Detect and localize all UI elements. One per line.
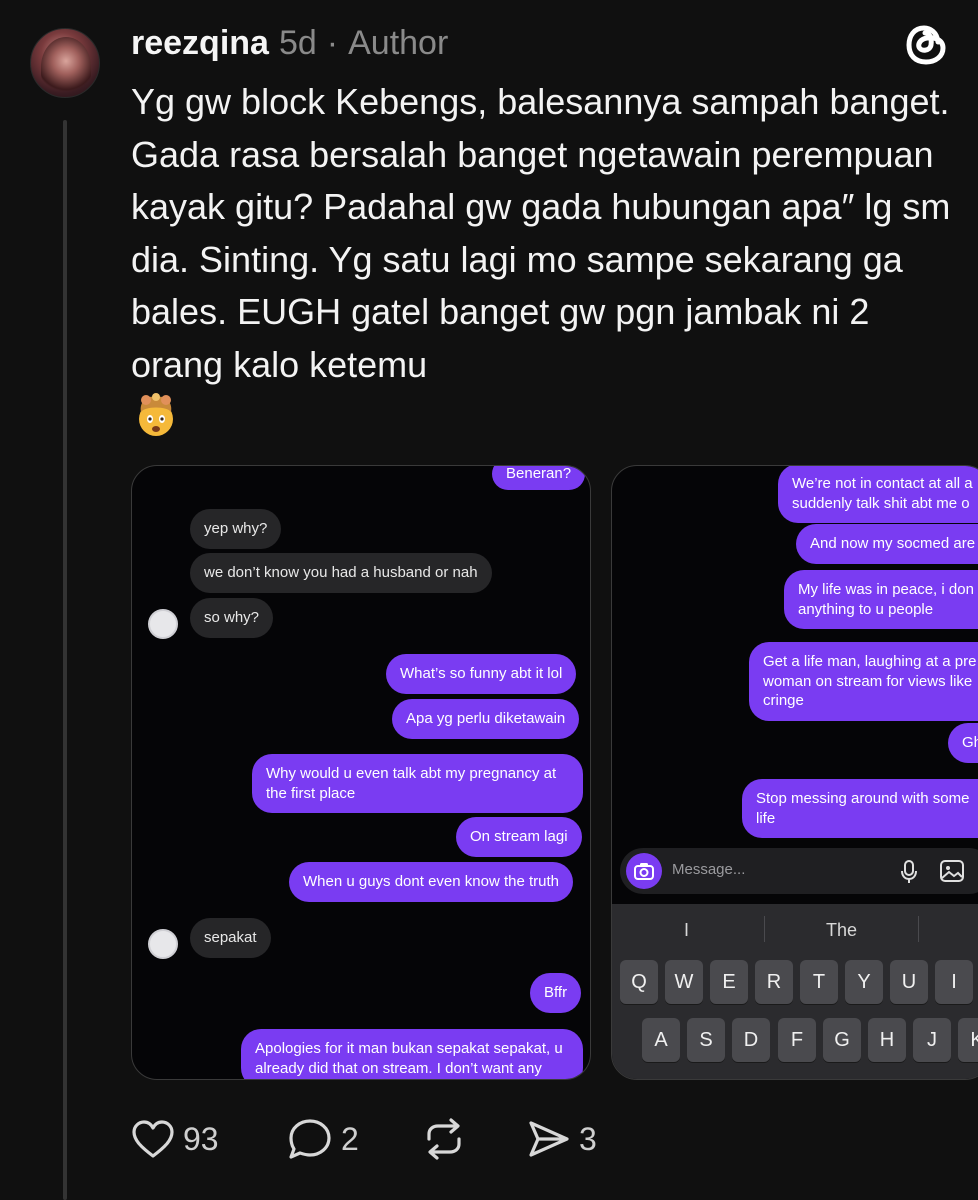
key[interactable]: I [935,960,973,1004]
exploding-head-emoji-icon [139,393,173,436]
heart-icon [132,1120,174,1158]
repost-icon [427,1118,461,1160]
message-bubble: When u guys dont even know the truth [289,862,573,902]
key[interactable]: Y [845,960,883,1004]
threads-logo-icon[interactable] [900,18,954,72]
message-bubble: My life was in peace, i don anything to … [784,570,978,629]
like-count: 93 [183,1120,219,1157]
message-bubble: Apologies for it man bukan sepakat sepak… [241,1029,583,1079]
suggestion[interactable]: I [684,920,689,941]
key[interactable]: Q [620,960,658,1004]
author-badge: Author [348,24,449,62]
message-bubble: Why would u even talk abt my pregnancy a… [252,754,583,813]
repost-button[interactable] [421,1112,475,1166]
chat-screenshot-2[interactable]: We’re not in contact at all a suddenly t… [611,465,978,1080]
message-bubble: Bffr [530,973,582,1013]
post-body: Yg gw block Kebengs, balesannya sampah b… [131,81,951,385]
contact-avatar [148,929,178,959]
share-count: 3 [579,1120,597,1157]
camera-icon[interactable] [626,853,662,889]
message-input[interactable]: Message... [672,861,745,878]
key[interactable]: H [868,1018,906,1062]
message-bubble: we don’t know you had a husband or nah [190,553,492,593]
message-bubble: Get a life man, laughing at a pre woman … [749,642,978,721]
post-header: reezqina 5d · Author [131,24,448,63]
key[interactable]: T [800,960,838,1004]
keyboard[interactable]: I The Q W E R T Y U I O A S D F G H J K [612,904,978,1079]
key[interactable]: U [890,960,928,1004]
message-composer[interactable]: Message... [620,848,978,894]
key[interactable]: G [823,1018,861,1062]
message-bubble: sepakat [190,918,271,958]
send-icon [529,1121,569,1157]
post-actions: 93 2 3 [131,1112,731,1166]
meta-separator: · [326,24,339,62]
gallery-icon[interactable] [940,860,964,882]
key[interactable]: K [958,1018,978,1062]
key[interactable]: S [687,1018,725,1062]
message-bubble: What’s so funny abt it lol [386,654,577,694]
message-bubble: Apa yg perlu diketawain [392,699,580,739]
username[interactable]: reezqina [131,24,269,63]
key[interactable]: A [642,1018,680,1062]
share-button[interactable]: 3 [527,1112,597,1166]
message-bubble: On stream lagi [456,817,582,857]
chat-screenshot-1[interactable]: Beneran? yep why? we don’t know you had … [131,465,591,1080]
suggestion[interactable]: The [826,920,857,941]
thread-line [63,120,67,1200]
key[interactable]: W [665,960,703,1004]
key[interactable]: D [732,1018,770,1062]
like-button[interactable]: 93 [131,1112,219,1166]
message-bubble: so why? [190,598,274,638]
author-avatar[interactable] [30,28,100,98]
message-bubble: Stop messing around with some life [742,779,978,838]
comment-icon [289,1119,331,1159]
message-bubble: yep why? [190,509,282,549]
key[interactable]: E [710,960,748,1004]
post-time: 5d [278,24,317,62]
message-bubble: We’re not in contact at all a suddenly t… [778,466,978,523]
reply-count: 2 [341,1120,359,1157]
message-bubble: And now my socmed are [796,524,978,564]
key[interactable]: R [755,960,793,1004]
message-bubble: Beneran? [492,466,586,490]
message-bubble: Gh [948,723,978,763]
contact-avatar [148,609,178,639]
key[interactable]: F [778,1018,816,1062]
key[interactable]: J [913,1018,951,1062]
reply-button[interactable]: 2 [287,1112,359,1166]
microphone-icon[interactable] [900,860,918,884]
